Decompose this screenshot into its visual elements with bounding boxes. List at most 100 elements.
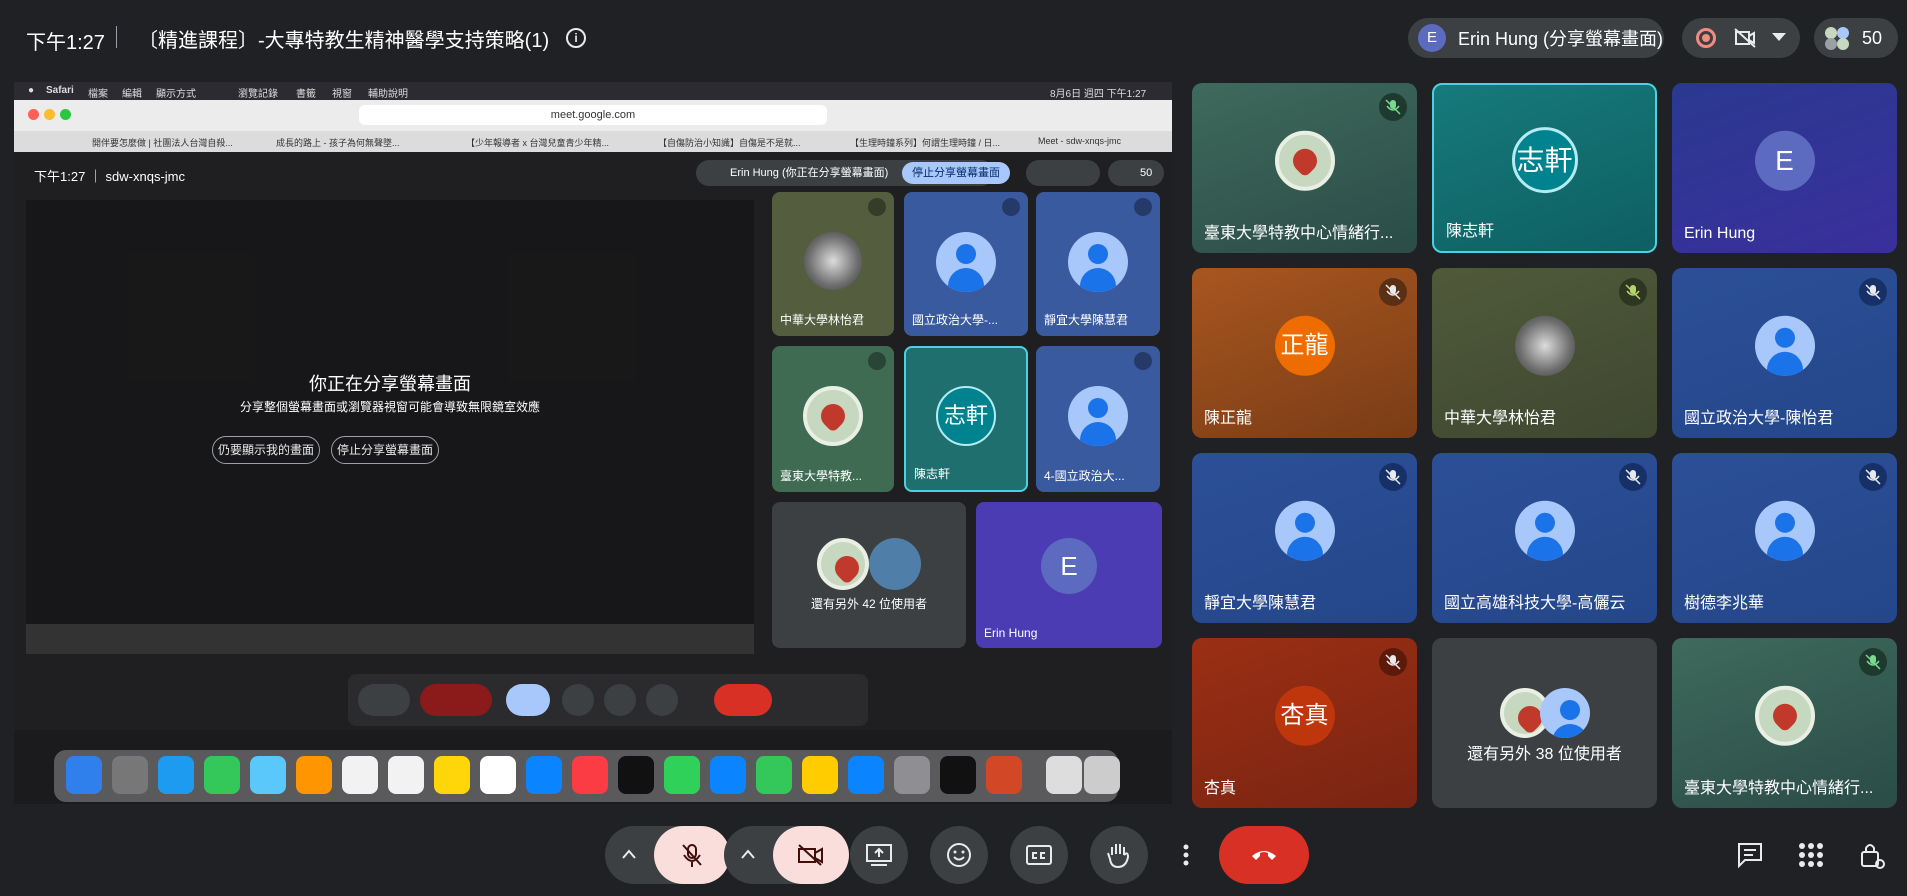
- inner-meet-window: 下午1:27 ｜ sdw-xnqs-jmc Erin Hung (你正在分享螢幕…: [14, 152, 1172, 730]
- info-icon[interactable]: i: [566, 28, 586, 48]
- menu-item: 瀏覽記錄: [238, 89, 278, 100]
- inner-tile: 靜宜大學陳慧君: [1036, 192, 1160, 336]
- participants-button[interactable]: 50: [1814, 18, 1898, 58]
- presenter-label: Erin Hung (分享螢幕畫面): [1458, 29, 1664, 49]
- inner-tile: 國立政治大學-...: [904, 192, 1028, 336]
- more-options-button[interactable]: [1170, 826, 1202, 884]
- participant-tile[interactable]: 國立高雄科技大學-高儷云: [1432, 453, 1657, 623]
- inner-mic-control: [358, 684, 410, 716]
- safari-toolbar: meet.google.com 開伴要怎麼做 | 社團法人台灣自殺... 成長的…: [14, 100, 1172, 152]
- raise-hand-icon: [1107, 844, 1130, 869]
- emoji-button[interactable]: [930, 826, 988, 884]
- camera-toggle-button[interactable]: [773, 826, 849, 884]
- mic-off-icon: [682, 844, 702, 867]
- recording-pill[interactable]: [1682, 18, 1800, 58]
- finder-icon: [66, 756, 102, 794]
- mini-dock: [26, 624, 754, 654]
- avatar: 志軒: [1511, 127, 1578, 194]
- freeform-icon: [480, 756, 516, 794]
- mic-off-icon: [1859, 463, 1887, 491]
- address-bar: meet.google.com: [359, 105, 827, 125]
- mic-off-icon: [1619, 463, 1647, 491]
- facetime-icon: [204, 756, 240, 794]
- safari-icon: [158, 756, 194, 794]
- participant-name: 國立高雄科技大學-高儷云: [1444, 595, 1626, 612]
- pages-icon: [802, 756, 838, 794]
- camera-control-group[interactable]: [724, 826, 849, 884]
- menu-item: 檔案: [88, 89, 108, 100]
- hangup-icon: [1252, 851, 1276, 860]
- mic-off-icon: [1379, 648, 1407, 676]
- apps-icon[interactable]: [1796, 840, 1826, 870]
- participant-tile[interactable]: 靜宜大學陳慧君: [1192, 453, 1417, 623]
- launchpad-icon: [112, 756, 148, 794]
- menu-item: 視窗: [332, 89, 352, 100]
- inner-tile: 4-國立政治大...: [1036, 346, 1160, 492]
- inner-tile: E Erin Hung: [976, 502, 1162, 648]
- mic-toggle-button[interactable]: [654, 826, 730, 884]
- meeting-title: 〔精進課程〕-大專特教生精神醫學支持策略(1): [138, 30, 550, 52]
- participant-tile[interactable]: 正龍 陳正龍: [1192, 268, 1417, 438]
- avatar: 正龍: [1274, 315, 1335, 376]
- menu-item: Safari: [46, 85, 74, 96]
- maps-icon: [250, 756, 286, 794]
- browser-tab: Meet - sdw-xnqs-jmc: [1038, 136, 1122, 146]
- tile-name: Erin Hung: [984, 626, 1038, 640]
- chevron-down-icon[interactable]: [1772, 33, 1786, 41]
- infinity-mirror-preview: 你正在分享螢幕畫面 分享整個螢幕畫面或瀏覽器視窗可能會導致無限鏡室效應 仍要顯示…: [26, 200, 754, 654]
- menu-item: 編輯: [122, 89, 142, 100]
- browser-tab: 開伴要怎麼做 | 社團法人台灣自殺...: [92, 138, 233, 148]
- avatar: [1539, 688, 1590, 738]
- camera-off-icon: [1734, 28, 1756, 48]
- participant-tile[interactable]: 國立政治大學-陳怡君: [1672, 268, 1897, 438]
- participant-tile-active[interactable]: 志軒 陳志軒: [1432, 83, 1657, 253]
- participant-tile[interactable]: 樹德李兆華: [1672, 453, 1897, 623]
- leave-call-button[interactable]: [1219, 826, 1309, 884]
- browser-tab: 【少年報導者 x 台灣兒童青少年精...: [466, 138, 610, 148]
- participant-name: Erin Hung: [1684, 225, 1756, 242]
- others-tile[interactable]: 還有另外 38 位使用者: [1432, 638, 1657, 808]
- mic-on-icon: [868, 198, 886, 216]
- avatar: [1514, 500, 1575, 561]
- chevron-up-icon[interactable]: [621, 848, 637, 860]
- mic-off-icon: [1134, 198, 1152, 216]
- top-bar: 下午1:27 〔精進課程〕-大專特教生精神醫學支持策略(1) i E Erin …: [0, 0, 1907, 76]
- inner-cam-control: [420, 684, 492, 716]
- inner-stop-sharing-button: 停止分享螢幕畫面: [902, 162, 1010, 184]
- presenter-avatar: E: [1418, 24, 1446, 52]
- present-icon: [866, 844, 892, 866]
- mail-icon: [526, 756, 562, 794]
- browser-tab: 成長的路上 - 孩子為何無聲墜...: [276, 138, 400, 148]
- participant-tile[interactable]: E Erin Hung: [1672, 83, 1897, 253]
- avatar: [1754, 685, 1815, 746]
- captions-icon: [1026, 845, 1052, 865]
- chat-icon[interactable]: [1735, 840, 1765, 870]
- participant-tile[interactable]: 杏真 杏真: [1192, 638, 1417, 808]
- avatar: E: [1754, 130, 1815, 191]
- stop-sharing-button: 停止分享螢幕畫面: [331, 436, 439, 464]
- participant-count: 50: [1862, 28, 1883, 48]
- mic-off-icon: [1002, 198, 1020, 216]
- present-button[interactable]: [850, 826, 908, 884]
- participant-name: 靜宜大學陳慧君: [1204, 595, 1317, 612]
- menu-item: 書籤: [296, 89, 316, 100]
- appletv-icon: [618, 756, 654, 794]
- camera-off-icon: [798, 844, 823, 866]
- participant-name: 臺東大學特教中心情緒行...: [1204, 225, 1394, 242]
- participant-tile[interactable]: 臺東大學特教中心情緒行...: [1672, 638, 1897, 808]
- show-anyway-button: 仍要顯示我的畫面: [212, 436, 320, 464]
- avatar: [869, 538, 921, 590]
- avatar: [1274, 500, 1335, 561]
- captions-button[interactable]: [1010, 826, 1068, 884]
- document-icon: [1046, 756, 1082, 794]
- raise-hand-button[interactable]: [1090, 826, 1148, 884]
- host-controls-icon[interactable]: [1856, 840, 1886, 870]
- participant-name: 陳志軒: [1446, 223, 1495, 240]
- presenter-pill[interactable]: E Erin Hung (分享螢幕畫面): [1408, 18, 1664, 58]
- sharing-heading: 你正在分享螢幕畫面: [309, 374, 471, 394]
- chevron-up-icon[interactable]: [740, 848, 756, 860]
- participant-tile[interactable]: 臺東大學特教中心情緒行...: [1192, 83, 1417, 253]
- inner-hangup-control: [714, 684, 772, 716]
- participant-tile[interactable]: 中華大學林怡君: [1432, 268, 1657, 438]
- mic-control-group[interactable]: [605, 826, 730, 884]
